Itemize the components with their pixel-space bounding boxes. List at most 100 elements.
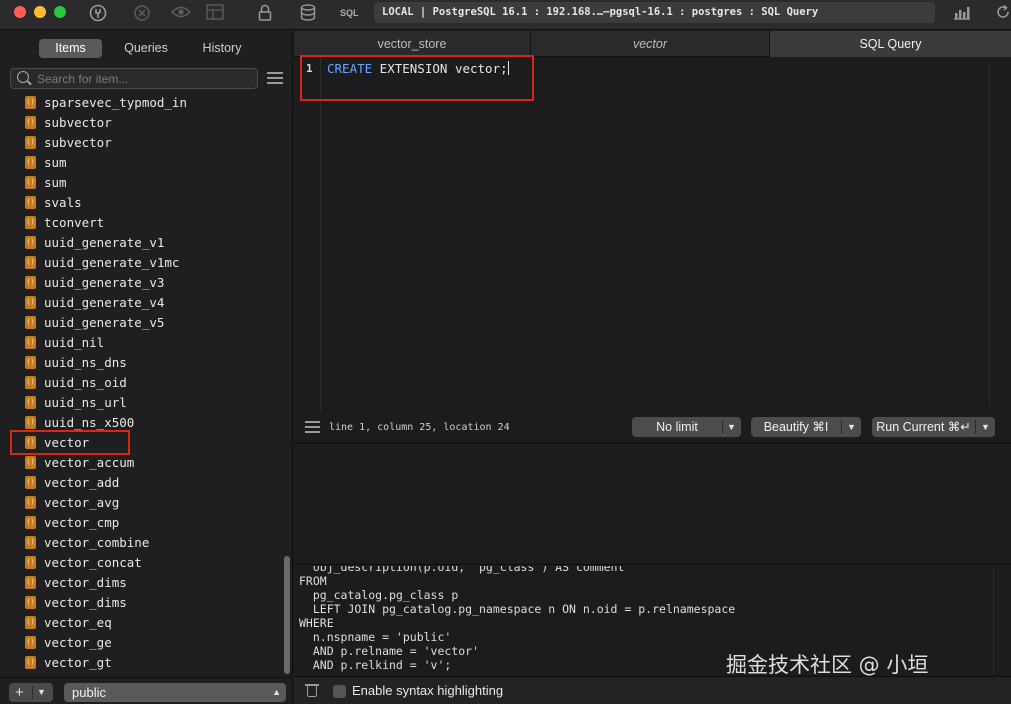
sidebar-item-uuid-generate-v1mc[interactable]: () uuid_generate_v1mc [0, 253, 282, 273]
preview-eye-icon[interactable] [170, 4, 192, 24]
database-icon[interactable] [299, 4, 317, 24]
limit-select[interactable]: No limit ▼ [632, 417, 741, 437]
function-icon: () [25, 256, 36, 269]
beautify-button[interactable]: Beautify ⌘I ▼ [751, 417, 861, 437]
disconnect-icon[interactable] [132, 4, 152, 24]
console-log-text: obj_description(p.oid, 'pg_class') AS co… [299, 566, 736, 672]
function-icon: () [25, 416, 36, 429]
segment-items[interactable]: Items [39, 39, 102, 58]
editor-status-bar: line 1, column 25, location 24 No limit … [294, 413, 1011, 444]
sidebar-item-vector-ge[interactable]: () vector_ge [0, 633, 282, 653]
sidebar-item-label: uuid_nil [44, 335, 105, 350]
sidebar-item-label: uuid_ns_x500 [44, 415, 135, 430]
sidebar-item-uuid-generate-v4[interactable]: () uuid_generate_v4 [0, 293, 282, 313]
chevron-down-icon: ▼ [847, 422, 856, 432]
function-icon: () [25, 536, 36, 549]
trash-icon[interactable] [305, 683, 319, 698]
search-icon [17, 71, 29, 83]
console-bottom-bar: Enable syntax highlighting [294, 676, 1011, 704]
function-icon: () [25, 476, 36, 489]
sidebar-item-uuid-generate-v3[interactable]: () uuid_generate_v3 [0, 273, 282, 293]
layout-grid-icon[interactable] [205, 4, 225, 24]
run-current-button[interactable]: Run Current ⌘↵ ▼ [872, 417, 995, 437]
syntax-highlighting-label: Enable syntax highlighting [352, 683, 504, 698]
function-icon: () [25, 516, 36, 529]
sidebar-item-uuid-ns-oid[interactable]: () uuid_ns_oid [0, 373, 282, 393]
function-icon: () [25, 176, 36, 189]
sidebar-item-label: uuid_generate_v5 [44, 315, 165, 330]
sidebar-item-vector-eq[interactable]: () vector_eq [0, 613, 282, 633]
sql-console-label[interactable]: SQL [340, 5, 359, 21]
sidebar-item-uuid-ns-dns[interactable]: () uuid_ns_dns [0, 353, 282, 373]
refresh-icon[interactable] [994, 4, 1011, 24]
sidebar-item-tconvert[interactable]: () tconvert [0, 213, 282, 233]
function-icon: () [25, 196, 36, 209]
connection-icon[interactable] [88, 4, 108, 24]
sidebar-item-label: tconvert [44, 215, 105, 230]
editor-scrollbar[interactable] [989, 61, 1003, 406]
sidebar-item-svals[interactable]: () svals [0, 193, 282, 213]
function-icon: () [25, 456, 36, 469]
console-scrollbar[interactable] [993, 566, 1003, 674]
sidebar-item-label: svals [44, 195, 82, 210]
sidebar-item-vector-dims[interactable]: () vector_dims [0, 573, 282, 593]
sidebar-item-sparsevec-typmod-in[interactable]: () sparsevec_typmod_in [0, 93, 282, 113]
sidebar-item-label: uuid_ns_oid [44, 375, 127, 390]
lock-icon[interactable] [257, 4, 273, 24]
search-input[interactable] [37, 69, 252, 88]
tab-vector[interactable]: vector [531, 31, 770, 57]
sidebar-item-uuid-generate-v5[interactable]: () uuid_generate_v5 [0, 313, 282, 333]
sidebar-item-label: sum [44, 155, 67, 170]
sql-code-rest: EXTENSION vector; [372, 61, 508, 76]
sidebar-item-vector-gt[interactable]: () vector_gt [0, 653, 282, 673]
function-icon: () [25, 296, 36, 309]
sidebar-item-sum[interactable]: () sum [0, 153, 282, 173]
sidebar-item-label: uuid_ns_url [44, 395, 127, 410]
sidebar-item-label: subvector [44, 115, 112, 130]
sidebar-item-label: uuid_generate_v1 [44, 235, 165, 250]
add-item-button[interactable]: + ▼ [9, 683, 53, 702]
filter-settings-icon[interactable] [267, 71, 283, 85]
function-icon: () [25, 496, 36, 509]
tab-sql-query[interactable]: SQL Query [770, 31, 1011, 57]
sidebar-item-vector-combine[interactable]: () vector_combine [0, 533, 282, 553]
sidebar-item-label: vector_add [44, 475, 120, 490]
sidebar-item-uuid-nil[interactable]: () uuid_nil [0, 333, 282, 353]
sidebar-item-vector[interactable]: () vector [0, 433, 282, 453]
tab-vector-store[interactable]: vector_store [294, 31, 531, 57]
sidebar-item-subvector[interactable]: () subvector [0, 113, 282, 133]
editor-options-icon[interactable] [305, 420, 320, 433]
sidebar-item-vector-add[interactable]: () vector_add [0, 473, 282, 493]
sql-code-line[interactable]: CREATE EXTENSION vector; [327, 61, 509, 77]
line-number: 1 [306, 62, 313, 75]
close-window-button[interactable] [14, 6, 26, 18]
sidebar-item-uuid-generate-v1[interactable]: () uuid_generate_v1 [0, 233, 282, 253]
minimize-window-button[interactable] [34, 6, 46, 18]
sidebar-item-uuid-ns-url[interactable]: () uuid_ns_url [0, 393, 282, 413]
activity-chart-icon[interactable] [952, 4, 972, 24]
sidebar-item-label: sum [44, 175, 67, 190]
schema-select[interactable]: public ▲ [64, 683, 286, 702]
sidebar-scrollbar-thumb[interactable] [284, 556, 290, 674]
syntax-highlighting-checkbox[interactable] [333, 685, 346, 698]
sidebar-item-subvector[interactable]: () subvector [0, 133, 282, 153]
sidebar-item-uuid-ns-x500[interactable]: () uuid_ns_x500 [0, 413, 282, 433]
zoom-window-button[interactable] [54, 6, 66, 18]
watermark: 掘金技术社区 @ 小垣 [726, 653, 929, 676]
sidebar-item-label: vector_eq [44, 615, 112, 630]
sidebar-item-label: uuid_generate_v1mc [44, 255, 180, 270]
sidebar-item-sum[interactable]: () sum [0, 173, 282, 193]
function-icon: () [25, 396, 36, 409]
sidebar-item-vector-concat[interactable]: () vector_concat [0, 553, 282, 573]
sql-editor[interactable]: 1 CREATE EXTENSION vector; [294, 55, 1011, 413]
sidebar-item-vector-avg[interactable]: () vector_avg [0, 493, 282, 513]
segment-queries[interactable]: Queries [114, 39, 178, 58]
button-divider [32, 686, 33, 699]
sidebar-item-vector-accum[interactable]: () vector_accum [0, 453, 282, 473]
updown-chevron-icon: ▲ [272, 687, 281, 697]
sidebar-item-vector-dims[interactable]: () vector_dims [0, 593, 282, 613]
segment-history[interactable]: History [191, 39, 253, 58]
sidebar-item-vector-cmp[interactable]: () vector_cmp [0, 513, 282, 533]
sidebar-item-label: vector_accum [44, 455, 135, 470]
limit-label: No limit [656, 420, 698, 434]
